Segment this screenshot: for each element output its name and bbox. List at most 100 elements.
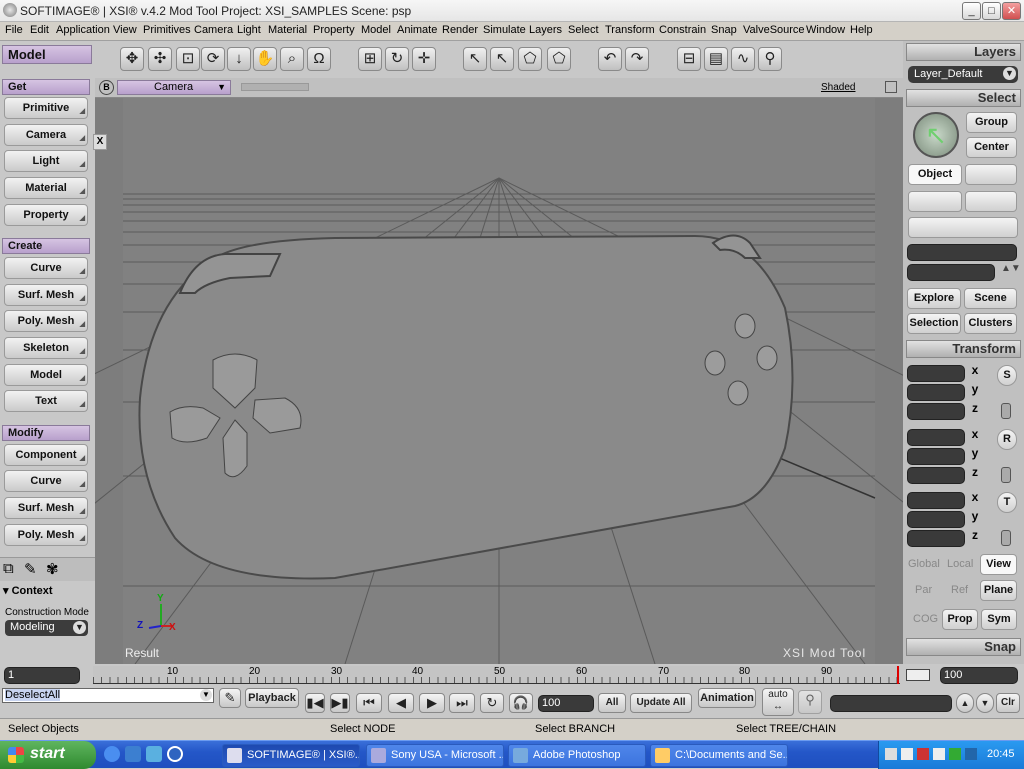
select-slot-button-2[interactable]: [908, 191, 962, 212]
menu-property[interactable]: Property: [313, 24, 355, 36]
maximize-button[interactable]: □: [982, 2, 1001, 20]
menu-transform[interactable]: Transform: [605, 24, 655, 36]
menu-layers[interactable]: Layers: [529, 24, 562, 36]
reset-view-icon[interactable]: Ω: [307, 47, 331, 71]
construction-mode-select[interactable]: Modeling ▼: [5, 620, 88, 636]
selection-field[interactable]: [907, 244, 1017, 261]
menu-light[interactable]: Light: [237, 24, 261, 36]
model-tab[interactable]: Model: [2, 45, 92, 64]
select-object-button[interactable]: Object: [908, 164, 962, 185]
selection-button[interactable]: Selection: [907, 313, 961, 334]
tray-icon-6[interactable]: [965, 748, 977, 760]
menu-render[interactable]: Render: [442, 24, 478, 36]
scale-y-field[interactable]: [907, 384, 965, 401]
create-poly-mesh-button[interactable]: Poly. Mesh: [4, 310, 88, 335]
menu-animate[interactable]: Animate: [397, 24, 437, 36]
key-down-icon[interactable]: ▼: [976, 693, 994, 713]
key-up-icon[interactable]: ▲: [956, 693, 974, 713]
play-icon[interactable]: ▶: [419, 693, 445, 713]
select-lasso-icon[interactable]: ⬠: [547, 47, 571, 71]
viewport-option-tabs[interactable]: [241, 83, 309, 91]
rotate-z-field[interactable]: [907, 467, 965, 484]
scale-x-label[interactable]: x: [967, 363, 983, 377]
desktop-icon[interactable]: [146, 746, 162, 762]
translate-button[interactable]: T: [997, 492, 1017, 513]
orbit-object-icon[interactable]: ✣: [148, 47, 172, 71]
current-frame-field[interactable]: 100: [538, 695, 594, 712]
scale-x-field[interactable]: [907, 365, 965, 382]
undo-icon[interactable]: ↶: [598, 47, 622, 71]
create-curve-button[interactable]: Curve: [4, 257, 88, 282]
ruler-icon[interactable]: [906, 669, 930, 681]
loop-icon[interactable]: ↻: [480, 693, 504, 713]
get-camera-button[interactable]: Camera: [4, 124, 88, 149]
first-frame-icon[interactable]: ▮◀: [305, 693, 325, 713]
timeline-end-field[interactable]: 100: [940, 667, 1018, 684]
tray-icon-4[interactable]: [933, 748, 945, 760]
refresh-icon[interactable]: ↻: [385, 47, 409, 71]
menu-view[interactable]: View: [113, 24, 137, 36]
auto-key-button[interactable]: auto ↔: [762, 688, 794, 716]
selection-field-2[interactable]: [907, 264, 995, 281]
menu-snap[interactable]: Snap: [711, 24, 737, 36]
prev-key-icon[interactable]: ▶▮: [330, 693, 350, 713]
get-property-button[interactable]: Property: [4, 204, 88, 229]
par-mode-button[interactable]: Par: [915, 584, 932, 596]
translate-lock-icon[interactable]: [1001, 530, 1011, 546]
ie-icon[interactable]: [104, 746, 120, 762]
select-arrow-icon[interactable]: ↖: [463, 47, 487, 71]
outlook-icon[interactable]: [125, 746, 141, 762]
close-button[interactable]: ✕: [1002, 2, 1021, 20]
rotate-button[interactable]: R: [997, 429, 1017, 450]
maximize-viewport-icon[interactable]: [885, 81, 897, 93]
select-slot-button-3[interactable]: [965, 191, 1017, 212]
modify-surf-mesh-button[interactable]: Surf. Mesh: [4, 497, 88, 522]
audio-icon[interactable]: 🎧: [509, 693, 533, 713]
tools-icon[interactable]: ✎: [24, 560, 37, 578]
tray-icon-1[interactable]: [885, 748, 897, 760]
scene-button[interactable]: Scene: [964, 288, 1017, 309]
rotate-z-label[interactable]: z: [967, 465, 983, 479]
redo-icon[interactable]: ↷: [625, 47, 649, 71]
menu-simulate[interactable]: Simulate: [483, 24, 526, 36]
scale-button[interactable]: S: [997, 365, 1017, 386]
media-player-icon[interactable]: [167, 746, 183, 762]
rotate-y-field[interactable]: [907, 448, 965, 465]
explorer-icon[interactable]: ▤: [704, 47, 728, 71]
sym-button[interactable]: Sym: [981, 609, 1017, 630]
cog-button[interactable]: COG: [913, 613, 938, 625]
lock-icon[interactable]: ⊡: [176, 47, 200, 71]
update-all-button[interactable]: Update All: [630, 693, 692, 713]
modify-poly-mesh-button[interactable]: Poly. Mesh: [4, 524, 88, 549]
task-photoshop[interactable]: Adobe Photoshop: [508, 744, 646, 767]
select-raycast-icon[interactable]: ↖: [490, 47, 514, 71]
viewport-close-button[interactable]: X: [93, 134, 107, 150]
viewport-letter-b[interactable]: B: [99, 80, 114, 95]
get-material-button[interactable]: Material: [4, 177, 88, 202]
get-light-button[interactable]: Light: [4, 150, 88, 175]
move-icon[interactable]: ✛: [412, 47, 436, 71]
create-surf-mesh-button[interactable]: Surf. Mesh: [4, 284, 88, 309]
local-mode-button[interactable]: Local: [947, 558, 973, 570]
scale-z-field[interactable]: [907, 403, 965, 420]
global-mode-button[interactable]: Global: [908, 558, 940, 570]
select-group-button[interactable]: Group: [966, 112, 1017, 133]
menu-application[interactable]: Application: [56, 24, 110, 36]
menu-valvesource[interactable]: ValveSource: [743, 24, 805, 36]
create-model-button[interactable]: Model: [4, 364, 88, 389]
go-to-start-icon[interactable]: ⏮: [356, 693, 382, 713]
ref-mode-button[interactable]: Ref: [951, 584, 968, 596]
select-slot-button-4[interactable]: [908, 217, 1018, 238]
modify-curve-button[interactable]: Curve: [4, 470, 88, 495]
menu-model[interactable]: Model: [361, 24, 391, 36]
create-skeleton-button[interactable]: Skeleton: [4, 337, 88, 362]
get-primitive-button[interactable]: Primitive: [4, 97, 88, 122]
task-softimage[interactable]: SOFTIMAGE® | XSI®...: [222, 744, 360, 767]
minimize-button[interactable]: _: [962, 2, 981, 20]
tray-icon-3[interactable]: [917, 748, 929, 760]
plane-mode-button[interactable]: Plane: [980, 580, 1017, 601]
select-arrow-icon[interactable]: ↖: [913, 112, 959, 158]
menu-file[interactable]: File: [5, 24, 23, 36]
explore-button[interactable]: Explore: [907, 288, 961, 309]
step-back-icon[interactable]: ◀: [388, 693, 414, 713]
